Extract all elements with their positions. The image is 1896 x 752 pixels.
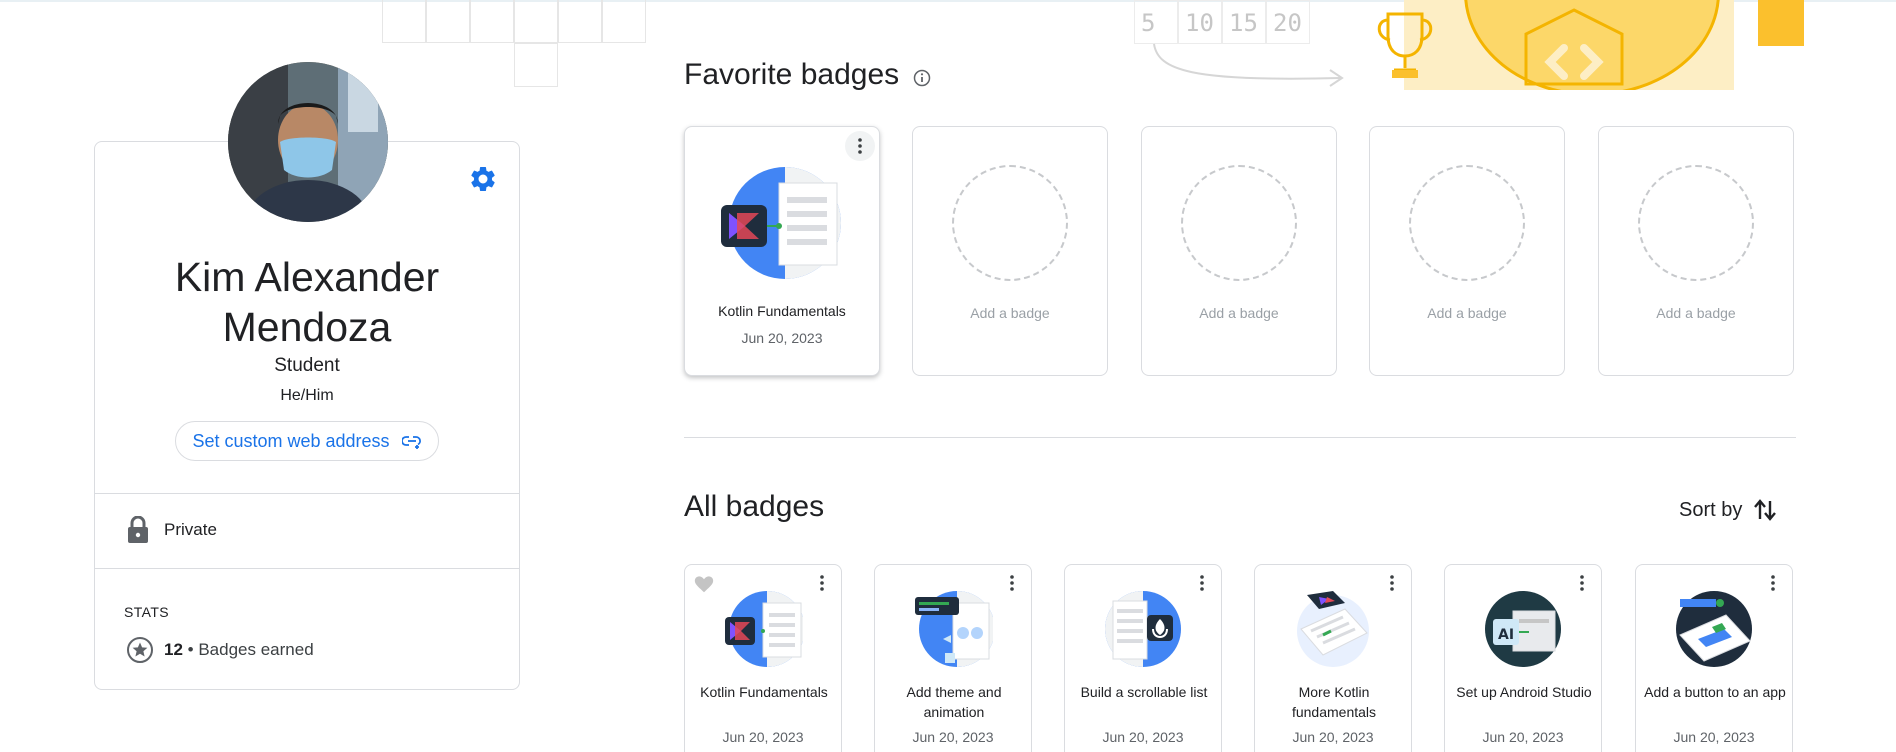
avatar-photo [228,62,388,222]
kotlin-fundamentals-badge-icon [725,591,803,667]
badge-placeholder [1638,165,1754,281]
profile-pronouns: He/Him [280,387,334,404]
custom-address-label: Set custom web address [192,430,390,451]
decoration-yellow-panel [1404,0,1734,90]
badges-count: 12 [164,640,183,659]
android-studio-badge-icon: AI [1485,591,1561,667]
more-vert-icon[interactable] [845,131,875,161]
profile-name: Kim Alexander Mendoza [174,254,440,350]
privacy-status: Private [126,516,217,544]
add-badge-slot[interactable]: Add a badge [1369,126,1565,376]
code-badge-icon [1524,8,1624,86]
badge-title: Add a button to an app [1644,684,1786,700]
avatar[interactable] [228,62,388,222]
gear-icon[interactable] [468,164,498,194]
badge-title: Add theme and animation [906,684,1002,720]
profile-page: 5 10 15 20 Kim Alexander Mendoza Student… [0,0,1896,752]
profile-divider [94,568,520,569]
favorite-badge-card[interactable]: Kotlin Fundamentals Jun 20, 2023 [684,126,880,376]
badges-label: Badges earned [198,640,314,659]
more-vert-icon[interactable] [1764,575,1782,593]
badge-placeholder [952,165,1068,281]
add-badge-label: Add a badge [970,305,1050,321]
badge-title: Build a scrollable list [1080,684,1208,700]
sort-by-label: Sort by [1679,498,1743,521]
favorite-badges-title: Favorite badges [684,58,900,91]
star-circle-icon [127,637,153,663]
trophy-icon [1377,12,1433,78]
add-link-icon [401,436,421,449]
add-badge-slot[interactable]: Add a badge [912,126,1108,376]
badge-date: Jun 20, 2023 [1292,729,1374,745]
add-badge-label: Add a badge [1427,305,1507,321]
more-vert-icon[interactable] [1003,575,1021,593]
stat-separator: • [187,640,194,659]
badge-card[interactable]: AI Set up Android Studio Jun 20, 2023 [1444,564,1602,752]
lock-icon [128,516,148,543]
kotlin-fundamentals-badge-icon [721,167,841,279]
scrollable-list-badge-icon [1105,591,1181,667]
svg-text:AI: AI [1498,627,1514,643]
more-vert-icon[interactable] [1573,575,1591,593]
all-badges-title: All badges [684,490,825,523]
theme-animation-badge-icon [915,591,993,667]
info-icon[interactable] [912,68,932,88]
badge-card[interactable]: Add theme and animation Jun 20, 2023 [874,564,1032,752]
more-vert-icon[interactable] [1193,575,1211,593]
badge-placeholder [1181,165,1297,281]
badge-card[interactable]: Add a button to an app Jun 20, 2023 [1635,564,1793,752]
badge-date: Jun 20, 2023 [741,330,823,346]
stats-heading: STATS [124,604,170,620]
header-decoration-grid [382,0,648,90]
badges-earned-stat: 12 • Badges earned [126,636,314,664]
badge-date: Jun 20, 2023 [1673,729,1755,745]
badge-title: More Kotlin fundamentals [1291,684,1377,720]
privacy-label: Private [164,520,217,539]
add-badge-slot[interactable]: Add a badge [1598,126,1794,376]
more-vert-icon[interactable] [813,575,831,593]
sort-by-button[interactable]: Sort by [1679,498,1777,522]
badge-title: Set up Android Studio [1456,684,1592,700]
badge-card[interactable]: Build a scrollable list Jun 20, 2023 [1064,564,1222,752]
add-badge-label: Add a badge [1199,305,1279,321]
header-decoration-art: 5 10 15 20 [1134,0,1806,92]
set-custom-address-button[interactable]: Set custom web address [175,421,439,461]
sort-arrows-icon [1754,499,1777,521]
badge-date: Jun 20, 2023 [1482,729,1564,745]
decoration-number: 15 [1222,0,1266,44]
badge-date: Jun 20, 2023 [722,729,804,745]
decoration-number: 10 [1178,0,1222,44]
add-button-badge-icon [1676,591,1752,667]
badge-card[interactable]: Kotlin Fundamentals Jun 20, 2023 [684,564,842,752]
badge-title: Kotlin Fundamentals [700,684,828,700]
section-divider [684,437,1796,438]
badge-date: Jun 20, 2023 [912,729,994,745]
add-badge-slot[interactable]: Add a badge [1141,126,1337,376]
more-kotlin-badge-icon [1297,591,1369,667]
profile-role: Student [274,355,340,376]
badge-placeholder [1409,165,1525,281]
badge-card[interactable]: More Kotlin fundamentals Jun 20, 2023 [1254,564,1412,752]
profile-divider [94,493,520,494]
decoration-square [1758,0,1804,46]
badge-title: Kotlin Fundamentals [718,303,846,319]
more-vert-icon[interactable] [1383,575,1401,593]
add-badge-label: Add a badge [1656,305,1736,321]
decoration-arrow-icon [1153,43,1344,87]
badge-date: Jun 20, 2023 [1102,729,1184,745]
decoration-number: 20 [1266,0,1310,44]
heart-icon[interactable] [693,573,715,595]
decoration-number: 5 [1134,0,1178,44]
